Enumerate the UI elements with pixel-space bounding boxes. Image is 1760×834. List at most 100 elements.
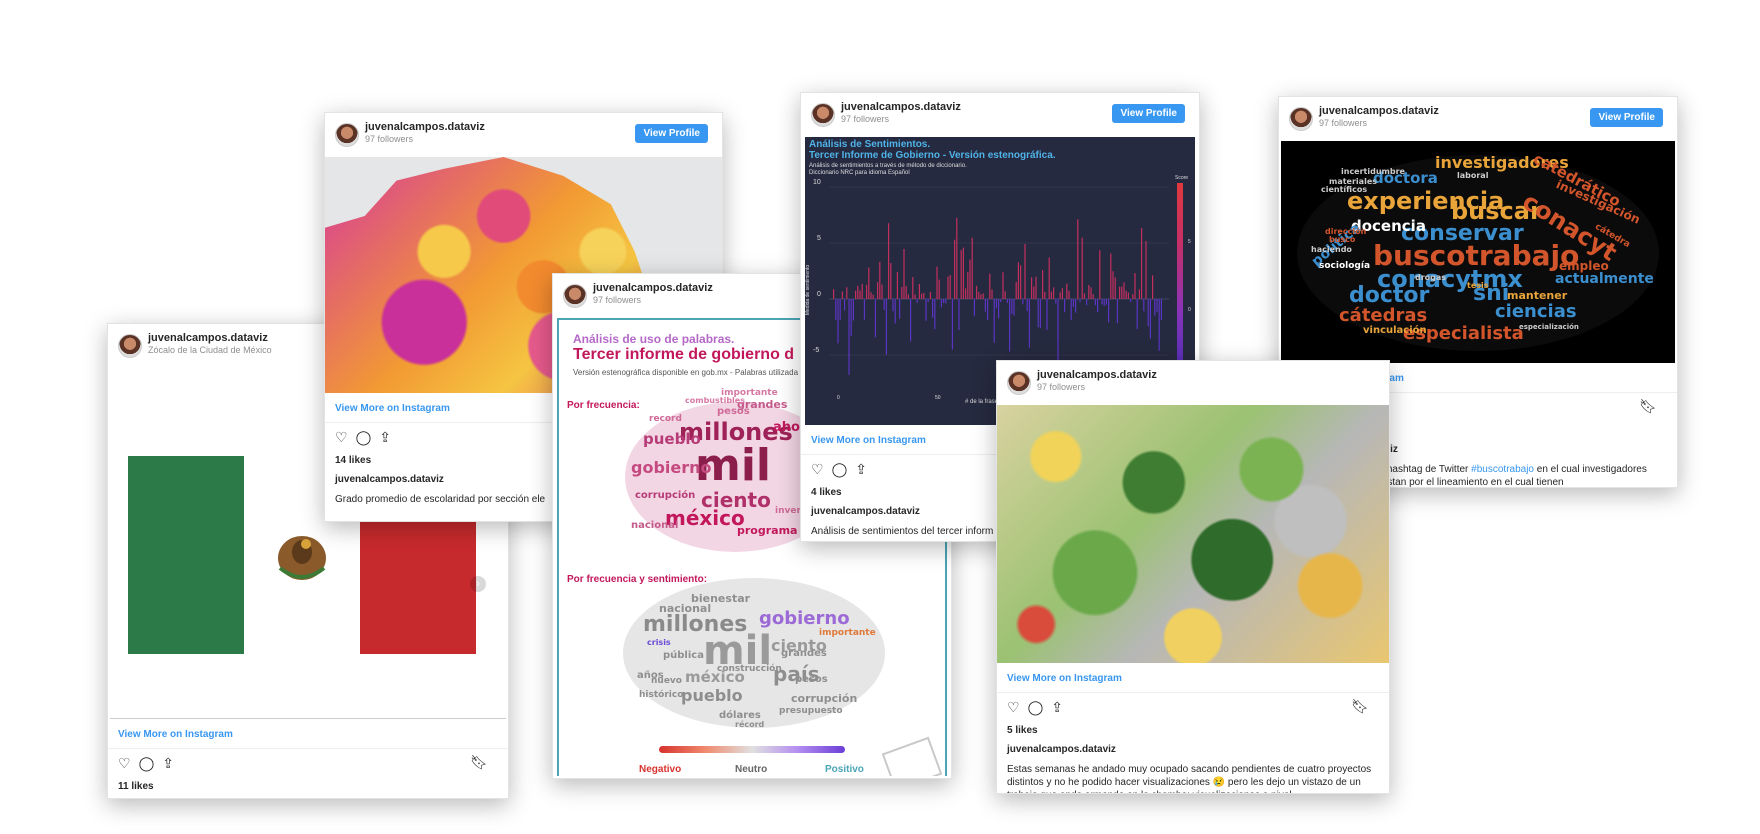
wc2-word: pueblo [681, 686, 743, 705]
sentiment-bar [1136, 299, 1138, 329]
sentiment-bar [868, 267, 870, 299]
wc1-word: corrupción [635, 490, 696, 501]
wc1-word: record [649, 414, 682, 424]
sentiment-bar [1160, 299, 1162, 321]
sentiment-bar [901, 287, 903, 299]
avatar[interactable] [1007, 371, 1031, 395]
sentiment-bar [835, 299, 837, 320]
sentiment-bar [987, 299, 989, 321]
view-profile-button[interactable]: View Profile [1590, 108, 1663, 127]
sentiment-bar [949, 274, 951, 299]
avatar[interactable] [563, 284, 587, 308]
view-more-link[interactable]: View More on Instagram [997, 663, 1389, 693]
sentiment-bar [1132, 294, 1134, 299]
bookmark-icon[interactable]: 🔖︎ [470, 754, 488, 771]
sentiment-bar [938, 279, 940, 299]
post-username[interactable]: juvenalcampos.dataviz [593, 282, 713, 294]
sentiment-bar [1125, 290, 1127, 299]
cloud-word: científicos [1321, 185, 1368, 194]
share-icon[interactable]: ⇪ [855, 461, 867, 478]
wc2-word: importante [819, 628, 876, 638]
sentiment-bar [927, 299, 929, 303]
sentiment-bar [1097, 299, 1099, 313]
sentiment-bar [1105, 299, 1107, 305]
sentiment-bar [1006, 299, 1008, 303]
caption-username[interactable]: juvenalcampos.dataviz [997, 738, 1389, 757]
post-location[interactable]: Zócalo de la Ciudad de México [148, 345, 272, 355]
post-image-land-map[interactable] [997, 405, 1389, 663]
sentiment-bar [1031, 277, 1033, 299]
avatar[interactable] [811, 103, 835, 127]
avatar[interactable] [335, 123, 359, 147]
sentiment-bar [1130, 299, 1132, 303]
wc1-word: gobierno [631, 458, 712, 477]
chart-subtitle-1: Análisis de sentimientos a través de mét… [809, 163, 967, 169]
comment-icon[interactable]: ◯ [139, 755, 155, 772]
sentiment-bar [1077, 219, 1079, 299]
sentiment-bar [967, 272, 969, 299]
post-image-word-cloud[interactable]: buscotrabajo conacytmx experiencia conse… [1281, 141, 1675, 363]
sentiment-bar [945, 299, 947, 304]
heart-icon[interactable]: ♡ [1007, 699, 1020, 716]
infographic-subtitle: Versión estenográfica disponible en gob.… [573, 368, 799, 377]
sentiment-bar [1070, 299, 1072, 320]
hashtag-link[interactable]: #buscotrabajo [1471, 464, 1534, 475]
sentiment-bar [1004, 291, 1006, 299]
sentiment-bar [1048, 257, 1050, 299]
view-more-link[interactable]: View More on Instagram [108, 719, 508, 749]
bookmark-icon[interactable]: 🔖︎ [1351, 698, 1369, 715]
wc2-word: presupuesto [779, 706, 843, 716]
chevron-right-icon[interactable]: › [470, 576, 486, 592]
sentiment-bar [1110, 253, 1112, 299]
post-username[interactable]: juvenalcampos.dataviz [365, 121, 485, 133]
wc2-word: récord [735, 720, 765, 729]
sentiment-bar [958, 299, 960, 330]
sentiment-bar [932, 299, 934, 318]
avatar[interactable] [1289, 107, 1313, 131]
view-profile-button[interactable]: View Profile [635, 124, 708, 143]
sentiment-bar [910, 299, 912, 342]
comment-icon[interactable]: ◯ [832, 461, 848, 478]
post-username[interactable]: juvenalcampos.dataviz [1037, 369, 1157, 381]
share-icon[interactable]: ⇪ [379, 429, 391, 446]
sentiment-bar [929, 291, 931, 299]
sentiment-bar [1061, 288, 1063, 299]
post-username[interactable]: juvenalcampos.dataviz [1319, 105, 1439, 117]
wc2-word: grandes [781, 648, 827, 659]
wc2-word: nuevo [651, 676, 682, 686]
sentiment-bar [1147, 299, 1149, 327]
heart-icon[interactable]: ♡ [118, 755, 131, 772]
post-username[interactable]: juvenalcampos.dataviz [148, 332, 268, 344]
sentiment-bar [1119, 286, 1121, 299]
wc2-word: nacional [659, 602, 712, 615]
sentiment-bar [989, 273, 991, 299]
heart-icon[interactable]: ♡ [811, 461, 824, 478]
sentiment-legend-bar [659, 746, 845, 753]
sentiment-bar [859, 290, 861, 299]
sentiment-bar [850, 299, 852, 336]
sentiment-bar [896, 272, 898, 299]
sentiment-bar [903, 248, 905, 299]
sentiment-bar [1046, 299, 1048, 330]
sentiment-bar [1055, 299, 1057, 304]
sentiment-bar [870, 292, 872, 299]
share-icon[interactable]: ⇪ [162, 755, 174, 772]
sentiment-bar [1050, 291, 1052, 299]
view-profile-button[interactable]: View Profile [1112, 104, 1185, 123]
sentiment-bar [1042, 269, 1044, 299]
sentiment-bar [995, 299, 997, 309]
post-username[interactable]: juvenalcampos.dataviz [841, 101, 961, 113]
sentiment-bar [846, 287, 848, 299]
sentiment-bar [1022, 299, 1024, 305]
bookmark-icon[interactable]: 🔖︎ [1639, 398, 1657, 415]
heart-icon[interactable]: ♡ [335, 429, 348, 446]
comment-icon[interactable]: ◯ [356, 429, 372, 446]
share-icon[interactable]: ⇪ [1051, 699, 1063, 716]
wc1-word: nacional [631, 520, 679, 531]
comment-icon[interactable]: ◯ [1028, 699, 1044, 716]
avatar[interactable] [118, 334, 142, 358]
cloud-word: vinculación [1363, 325, 1427, 336]
sentiment-bar [956, 217, 958, 299]
sentiment-bar [951, 299, 953, 350]
cloud-word: drogas [1415, 273, 1447, 282]
